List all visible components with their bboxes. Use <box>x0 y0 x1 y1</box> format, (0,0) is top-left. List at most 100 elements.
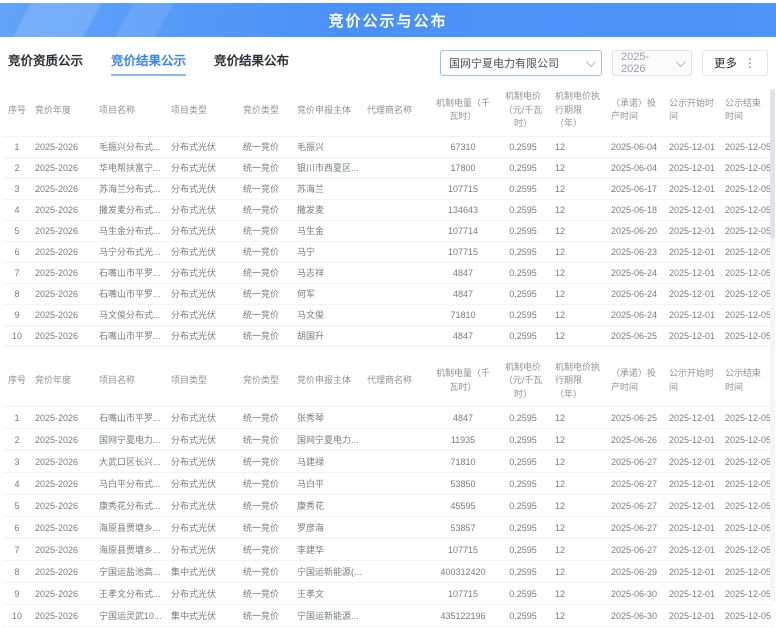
table-cell: 2025-12-01 <box>665 605 721 627</box>
table-cell: 2025-06-25 <box>607 407 665 429</box>
tab-item-1[interactable]: 竞价资质公示 <box>8 50 83 76</box>
table-cell: 0.2595 <box>495 583 551 605</box>
table-cell <box>363 473 431 495</box>
table-cell: 2025-2026 <box>31 325 95 346</box>
table-row: 22025-2026华电帮扶富宁...分布式光伏统一竞价银川市西夏区...178… <box>3 157 773 178</box>
table-cell: 8 <box>3 561 31 583</box>
table-cell: 107715 <box>431 178 495 199</box>
column-header: 机制电价（元/千瓦时） <box>495 356 551 407</box>
table-cell: 2025-06-04 <box>607 157 665 178</box>
table-cell: 分布式光伏 <box>167 157 239 178</box>
table-cell: 2025-06-25 <box>607 325 665 346</box>
table-cell: 2025-2026 <box>31 561 95 583</box>
table-row: 72025-2026海原县贾塘乡...分布式光伏统一竞价李建华1077150.2… <box>3 539 773 561</box>
table-cell: 12 <box>551 199 607 220</box>
column-header: 公示结束时间 <box>721 85 773 136</box>
table-cell: 12 <box>551 136 607 157</box>
table-cell: 2025-12-05 <box>721 407 773 429</box>
table-cell: 53857 <box>431 517 495 539</box>
table-cell: 12 <box>551 325 607 346</box>
table-cell: 2025-12-01 <box>665 241 721 262</box>
table-cell: 张秀琴 <box>293 407 363 429</box>
table-cell: 71810 <box>431 304 495 325</box>
kebab-menu-icon: ⋮ <box>744 57 756 69</box>
table-cell: 分布式光伏 <box>167 178 239 199</box>
table-cell: 2025-06-27 <box>607 517 665 539</box>
table-cell: 2025-06-24 <box>607 283 665 304</box>
table-cell: 12 <box>551 220 607 241</box>
scrollbar-thumb[interactable] <box>770 89 775 239</box>
column-header: 机制电价执行期限（年） <box>551 85 607 136</box>
table-cell: 4 <box>3 473 31 495</box>
table-cell: 统一竞价 <box>239 451 293 473</box>
tab-item-3[interactable]: 竞价结果公布 <box>214 50 289 76</box>
column-header: 公示开始时间 <box>665 85 721 136</box>
column-header: 竞价申报主体 <box>293 356 363 407</box>
table-cell: 海原县贾塘乡... <box>95 539 167 561</box>
table-cell: 石嘴山市平罗... <box>95 262 167 283</box>
table-cell: 2025-12-01 <box>665 407 721 429</box>
tab-item-2[interactable]: 竞价结果公示 <box>111 50 186 76</box>
table-cell: 1 <box>3 136 31 157</box>
table-cell: 统一竞价 <box>239 136 293 157</box>
table-cell: 2025-2026 <box>31 407 95 429</box>
table-cell: 2025-12-05 <box>721 583 773 605</box>
table-cell: 毛振兴 <box>293 136 363 157</box>
table-header-row: 序号竞价年度项目名称项目类型竞价类型竞价申报主体代理商名称机制电量（千瓦时）机制… <box>3 356 773 407</box>
table-cell: 0.2595 <box>495 517 551 539</box>
table-cell <box>363 157 431 178</box>
table-cell: 12 <box>551 283 607 304</box>
table-cell: 统一竞价 <box>239 407 293 429</box>
table-cell: 华电帮扶富宁... <box>95 157 167 178</box>
column-header: 机制电量（千瓦时） <box>431 356 495 407</box>
table-cell: 胡国升 <box>293 325 363 346</box>
company-select[interactable]: 国网宁夏电力有限公司 <box>440 50 602 76</box>
column-header: （承诺）投产时间 <box>607 356 665 407</box>
table-cell: 王孝文分布式... <box>95 583 167 605</box>
table-cell: 12 <box>551 451 607 473</box>
tab-bar: 竞价资质公示 竞价结果公示 竞价结果公布 <box>8 50 289 76</box>
column-header: 项目类型 <box>167 356 239 407</box>
table-cell: 2025-06-30 <box>607 583 665 605</box>
table-cell: 12 <box>551 429 607 451</box>
table-cell: 2025-2026 <box>31 283 95 304</box>
table-cell: 4847 <box>431 283 495 304</box>
table-cell: 罗彦海 <box>293 517 363 539</box>
table-cell: 康秀花 <box>293 495 363 517</box>
table-cell: 2025-12-05 <box>721 451 773 473</box>
table-cell: 统一竞价 <box>239 157 293 178</box>
table-cell: 6 <box>3 517 31 539</box>
table-cell <box>363 539 431 561</box>
table-cell <box>363 495 431 517</box>
table-cell: 马志祥 <box>293 262 363 283</box>
table-cell: 1 <box>3 407 31 429</box>
column-header: 竞价年度 <box>31 356 95 407</box>
table-cell: 12 <box>551 605 607 627</box>
table-cell: 2025-2026 <box>31 451 95 473</box>
table-row: 32025-2026大武口区长兴...分布式光伏统一竞价马建禄718100.25… <box>3 451 773 473</box>
table-cell: 2025-2026 <box>31 241 95 262</box>
table-cell: 12 <box>551 495 607 517</box>
table-cell: 2025-12-01 <box>665 517 721 539</box>
table-row: 32025-2026苏海兰分布式...分布式光伏统一竞价苏海兰1077150.2… <box>3 178 773 199</box>
table-cell: 2025-12-05 <box>721 473 773 495</box>
table-cell: 2025-06-29 <box>607 561 665 583</box>
filters: 国网宁夏电力有限公司 2025-2026 更多 ⋮ <box>440 50 768 76</box>
table-cell: 7 <box>3 262 31 283</box>
table-cell: 2025-12-01 <box>665 583 721 605</box>
table-cell <box>363 517 431 539</box>
column-header: 竞价类型 <box>239 356 293 407</box>
year-select[interactable]: 2025-2026 <box>612 50 692 76</box>
table-cell: 12 <box>551 262 607 283</box>
vertical-scrollbar[interactable] <box>770 89 775 602</box>
table-cell: 分布式光伏 <box>167 407 239 429</box>
table-cell: 2025-2026 <box>31 429 95 451</box>
more-button[interactable]: 更多 ⋮ <box>702 50 768 76</box>
table-cell: 2025-12-05 <box>721 136 773 157</box>
table-row: 12025-2026毛振兴分布式...分布式光伏统一竞价毛振兴673100.25… <box>3 136 773 157</box>
table-cell: 石嘴山市平罗... <box>95 325 167 346</box>
table-cell <box>363 304 431 325</box>
table-cell: 石嘴山市平罗... <box>95 407 167 429</box>
table-cell: 8 <box>3 283 31 304</box>
table-cell: 2 <box>3 429 31 451</box>
